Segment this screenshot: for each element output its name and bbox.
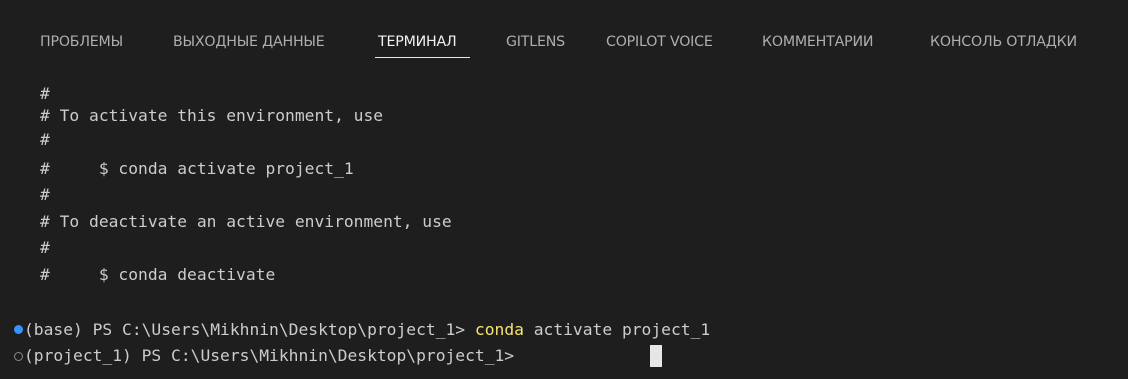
command-args: activate project_1 (523, 320, 711, 339)
terminal-line: # $ conda deactivate (40, 265, 276, 284)
prompt-line-project: (project_1) PS C:\Users\Mikhnin\Desktop\… (24, 344, 524, 368)
terminal-line: # (40, 130, 50, 149)
tab-gitlens[interactable]: GITLENS (506, 34, 565, 58)
active-tab-indicator (375, 57, 470, 58)
terminal-output[interactable]: # # To activate this environment, use # … (0, 70, 1128, 379)
tab-copilot-voice[interactable]: COPILOT VOICE (606, 34, 713, 58)
terminal-line: # $ conda activate project_1 (40, 159, 354, 178)
prompt-prefix: (base) PS C:\Users\Mikhnin\Desktop\proje… (24, 320, 475, 339)
terminal-line: # (40, 185, 50, 204)
tab-problems[interactable]: ПРОБЛЕМЫ (40, 34, 123, 58)
tab-debug-console[interactable]: КОНСОЛЬ ОТЛАДКИ (930, 34, 1077, 58)
command-success-marker[interactable] (14, 325, 23, 334)
terminal-line: # (40, 238, 50, 257)
prompt-prefix: (project_1) PS C:\Users\Mikhnin\Desktop\… (24, 346, 524, 365)
terminal-line: # (40, 84, 50, 103)
terminal-panel: ПРОБЛЕМЫ ВЫХОДНЫЕ ДАННЫЕ ТЕРМИНАЛ GITLEN… (0, 0, 1128, 379)
panel-tabs: ПРОБЛЕМЫ ВЫХОДНЫЕ ДАННЫЕ ТЕРМИНАЛ GITLEN… (0, 0, 1128, 80)
terminal-line: # To deactivate an active environment, u… (40, 212, 452, 231)
terminal-cursor (650, 345, 662, 367)
prompt-line-base: (base) PS C:\Users\Mikhnin\Desktop\proje… (24, 318, 710, 342)
command-name: conda (474, 320, 524, 339)
command-pending-marker[interactable] (14, 352, 23, 361)
tab-terminal[interactable]: ТЕРМИНАЛ (378, 34, 457, 58)
terminal-line: # To activate this environment, use (40, 106, 384, 125)
tab-output[interactable]: ВЫХОДНЫЕ ДАННЫЕ (173, 34, 325, 58)
tab-comments[interactable]: КОММЕНТАРИИ (762, 34, 874, 58)
